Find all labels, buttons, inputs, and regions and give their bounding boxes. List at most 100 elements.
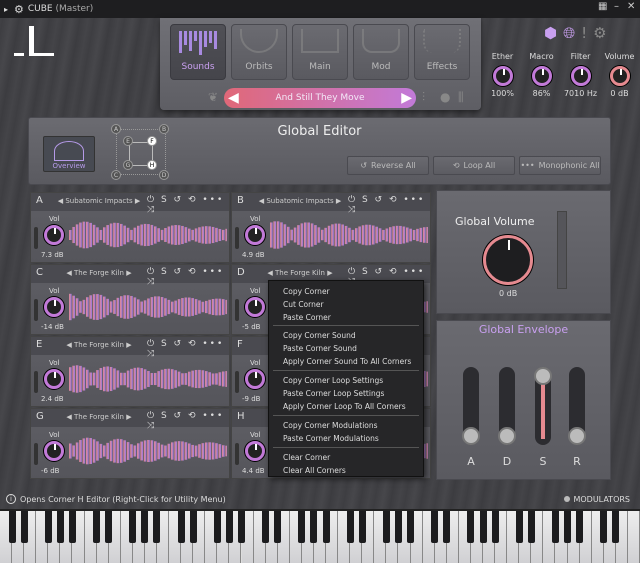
corner-volume-knob[interactable]	[44, 369, 64, 389]
black-key[interactable]	[479, 511, 487, 543]
corner-volume-knob[interactable]	[44, 297, 64, 317]
tab-main[interactable]: Main	[292, 24, 348, 80]
overview-button[interactable]: Overview	[43, 136, 95, 172]
minimize-icon[interactable]: –	[614, 1, 619, 12]
fader-handle[interactable]	[462, 427, 480, 445]
corner-volume-knob[interactable]	[245, 441, 265, 461]
corner-c[interactable]: C ◀ The Forge Kiln ▶ ⏻ S ↺ ⟲ ••• ⤨ Vol -…	[30, 264, 230, 335]
macro-macro[interactable]: Macro 86%	[522, 52, 561, 112]
spectrum-icon[interactable]: ⫶	[422, 90, 425, 105]
corner-sound-name[interactable]: The Forge Kiln	[275, 269, 325, 277]
randomize-icon[interactable]: ●	[440, 90, 450, 104]
black-key[interactable]	[394, 511, 402, 543]
macro-filter[interactable]: Filter 7010 Hz	[561, 52, 600, 112]
menu-item[interactable]: Copy Corner Loop Settings	[283, 376, 383, 385]
corner-sound-name[interactable]: The Forge Kiln	[74, 269, 124, 277]
corner-g[interactable]: G ◀ The Forge Kiln ▶ ⏻ S ↺ ⟲ ••• ⤨ Vol -…	[30, 408, 230, 479]
corner-slider[interactable]	[235, 371, 239, 393]
favorite-icon[interactable]: ❦	[208, 90, 218, 104]
macro-volume[interactable]: Volume 0 dB	[600, 52, 639, 112]
close-icon[interactable]: ✕	[627, 1, 635, 12]
black-key[interactable]	[44, 511, 52, 543]
corner-toolbar[interactable]: ⏻ S ↺ ⟲ ••• ⤨	[147, 411, 229, 431]
black-key[interactable]	[382, 511, 390, 543]
global-volume-knob[interactable]	[483, 235, 533, 285]
envelope-fader-a[interactable]	[462, 367, 480, 445]
alert-icon[interactable]: !	[581, 24, 587, 42]
black-key[interactable]	[298, 511, 306, 543]
corner-slider[interactable]	[34, 371, 38, 393]
monophonic-all-button[interactable]: ••• Monophonic All	[519, 156, 601, 175]
black-key[interactable]	[467, 511, 475, 543]
menu-item[interactable]: Paste Corner	[283, 313, 331, 322]
corner-volume-knob[interactable]	[44, 441, 64, 461]
corner-e[interactable]: E ◀ The Forge Kiln ▶ ⏻ S ↺ ⟲ ••• ⤨ Vol 2…	[30, 336, 230, 407]
black-key[interactable]	[213, 511, 221, 543]
envelope-fader-r[interactable]	[568, 367, 586, 445]
white-key[interactable]	[627, 511, 640, 563]
cube-node-f[interactable]: F	[147, 136, 157, 146]
globe-icon[interactable]: 🌐︎	[563, 24, 575, 42]
ether-knob[interactable]	[492, 66, 513, 86]
tab-orbits[interactable]: Orbits	[231, 24, 287, 80]
black-key[interactable]	[515, 511, 523, 543]
envelope-fader-d[interactable]	[498, 367, 516, 445]
corner-sound-selector[interactable]: ◀ The Forge Kiln ▶	[53, 413, 145, 421]
black-key[interactable]	[600, 511, 608, 543]
tab-sounds[interactable]: Sounds	[170, 24, 226, 80]
corner-sound-selector[interactable]: ◀ The Forge Kiln ▶	[53, 341, 145, 349]
black-key[interactable]	[225, 511, 233, 543]
black-key[interactable]	[612, 511, 620, 543]
corner-slider[interactable]	[34, 227, 38, 249]
corner-waveform[interactable]	[270, 215, 428, 255]
cube-node-h[interactable]: H	[147, 160, 157, 170]
volume-knob[interactable]	[609, 66, 630, 86]
cube-node-a[interactable]: A	[111, 124, 121, 134]
corner-sound-name[interactable]: The Forge Kiln	[74, 341, 124, 349]
black-key[interactable]	[93, 511, 101, 543]
reverse-all-button[interactable]: ↺ Reverse All	[347, 156, 429, 175]
corner-waveform[interactable]	[69, 287, 227, 327]
menu-item[interactable]: Paste Corner Sound	[283, 344, 357, 353]
corner-toolbar[interactable]: ⏻ S ↺ ⟲ ••• ⤨	[147, 339, 229, 359]
black-key[interactable]	[346, 511, 354, 543]
corner-slider[interactable]	[235, 227, 239, 249]
corner-sound-selector[interactable]: ◀ The Forge Kiln ▶	[254, 269, 346, 277]
black-key[interactable]	[274, 511, 282, 543]
black-key[interactable]	[564, 511, 572, 543]
corner-sound-name[interactable]: Subatomic Impacts	[266, 197, 333, 205]
black-key[interactable]	[576, 511, 584, 543]
black-key[interactable]	[431, 511, 439, 543]
cube-node-g[interactable]: G	[123, 160, 133, 170]
corner-waveform[interactable]	[69, 215, 227, 255]
black-key[interactable]	[443, 511, 451, 543]
macro-ether[interactable]: Ether 100%	[483, 52, 522, 112]
black-key[interactable]	[262, 511, 270, 543]
menu-item[interactable]: Apply Corner Loop To All Corners	[283, 402, 406, 411]
cube-node-e[interactable]: E	[123, 136, 133, 146]
black-key[interactable]	[322, 511, 330, 543]
macro-knob[interactable]	[531, 66, 552, 86]
previous-preset-icon[interactable]: ◀	[228, 91, 239, 105]
menu-item[interactable]: Paste Corner Modulations	[283, 434, 379, 443]
corner-slider[interactable]	[34, 299, 38, 321]
corner-volume-knob[interactable]	[44, 225, 64, 245]
corner-slider[interactable]	[235, 299, 239, 321]
black-key[interactable]	[129, 511, 137, 543]
black-key[interactable]	[177, 511, 185, 543]
menu-item[interactable]: Clear All Corners	[283, 466, 346, 475]
corner-b[interactable]: B ◀ Subatomic Impacts ▶ ⏻ S ↺ ⟲ ••• ⤨ Vo…	[231, 192, 431, 263]
corner-slider[interactable]	[34, 443, 38, 465]
detach-icon[interactable]: ▦	[598, 1, 607, 12]
black-key[interactable]	[527, 511, 535, 543]
black-key[interactable]	[238, 511, 245, 543]
corner-sound-selector[interactable]: ◀ Subatomic Impacts ▶	[254, 197, 346, 205]
black-key[interactable]	[358, 511, 366, 543]
cube-node-b[interactable]: B	[159, 124, 169, 134]
cube-node-c[interactable]: C	[111, 170, 121, 180]
preset-name[interactable]: And Still They Move	[275, 93, 364, 103]
black-key[interactable]	[68, 511, 76, 543]
menu-item[interactable]: Clear Corner	[283, 453, 330, 462]
gear-icon[interactable]: ⚙	[14, 3, 24, 16]
menu-item[interactable]: Copy Corner Modulations	[283, 421, 378, 430]
